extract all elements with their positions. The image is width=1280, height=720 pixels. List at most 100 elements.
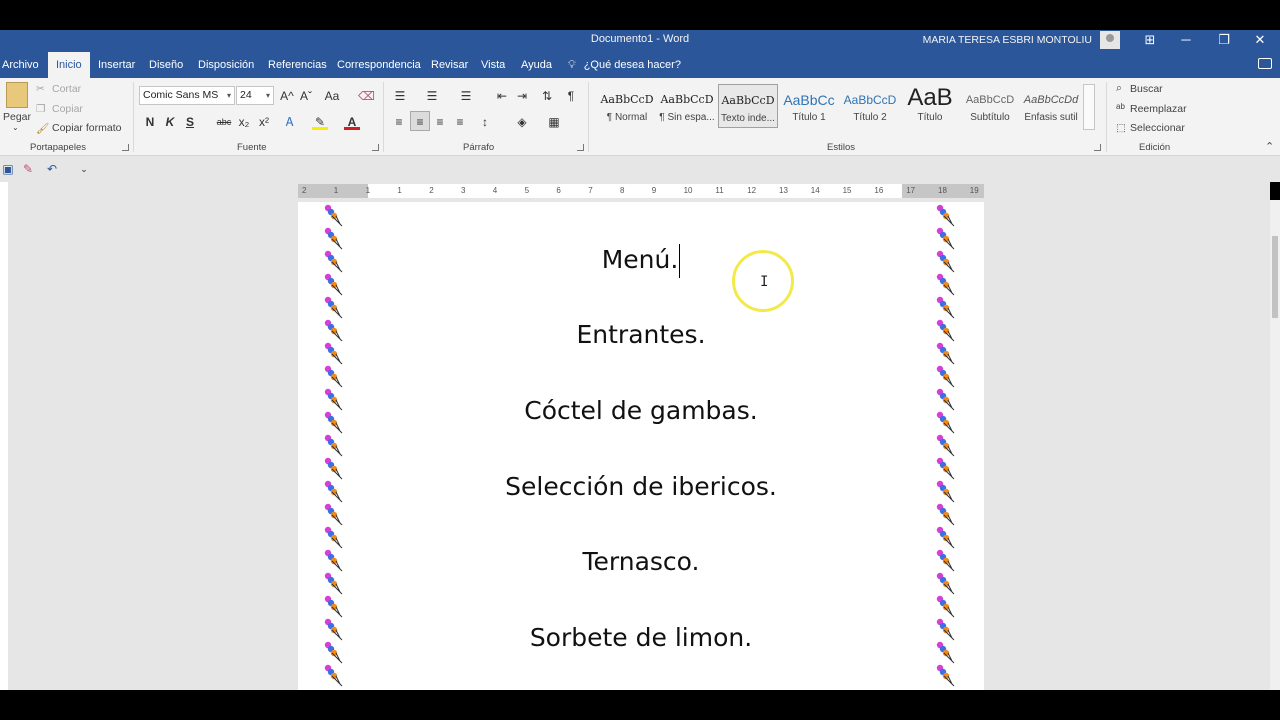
ruler-tick-label: 13 xyxy=(779,186,788,195)
vertical-scrollbar[interactable] xyxy=(1270,200,1280,690)
numbering-icon[interactable]: ☰ xyxy=(424,88,440,104)
user-account[interactable]: MARIA TERESA ESBRI MONTOLIU xyxy=(923,31,1120,49)
paste-button[interactable]: Pegar xyxy=(3,111,31,123)
tab-vista[interactable]: Vista xyxy=(473,52,513,78)
avatar[interactable] xyxy=(1100,31,1120,49)
style-subtitulo[interactable]: AaBbCcD Subtítulo xyxy=(960,84,1020,128)
style-name: Título xyxy=(917,112,943,123)
increase-indent-icon[interactable]: ⇥ xyxy=(514,88,530,104)
font-size-combo[interactable]: 24 ▾ xyxy=(236,86,274,105)
tell-me-search[interactable]: 💡︎ ¿Qué desea hacer? xyxy=(568,52,681,78)
style-titulo-1[interactable]: AaBbCc Título 1 xyxy=(779,84,839,128)
scrollbar-thumb[interactable] xyxy=(1272,236,1278,318)
styles-scroll-buttons[interactable] xyxy=(1083,84,1095,130)
vertical-ruler xyxy=(0,182,8,690)
tab-inicio[interactable]: Inicio xyxy=(48,52,90,78)
style-titulo-2[interactable]: AaBbCcD Título 2 xyxy=(840,84,900,128)
doc-line[interactable]: Cóctel de gambas. xyxy=(298,396,984,425)
format-painter-button[interactable]: Copiar formato xyxy=(52,122,121,134)
customize-qat-icon[interactable]: ⌄ xyxy=(76,161,92,177)
divider xyxy=(588,82,589,152)
horizontal-ruler[interactable]: 2 1 1 1 2 3 4 5 6 7 8 9 10 11 12 13 14 15 16 17 18 19 xyxy=(298,184,984,198)
style-normal[interactable]: AaBbCcD ¶ Normal xyxy=(597,84,657,128)
clipboard-launcher-icon[interactable] xyxy=(122,144,129,151)
doc-line[interactable]: Ternasco. xyxy=(298,547,984,576)
balloon-icon xyxy=(324,296,343,319)
subscript-button[interactable]: x₂ xyxy=(236,114,252,130)
doc-line-title[interactable]: Menú. xyxy=(298,244,984,278)
tab-ayuda[interactable]: Ayuda xyxy=(513,52,560,78)
style-texto-independiente[interactable]: AaBbCcD Texto inde... xyxy=(718,84,778,128)
editing-group-label: Edición xyxy=(1139,142,1171,153)
style-sample: AaB xyxy=(907,84,953,111)
ruler-tick-label: 4 xyxy=(492,186,498,195)
paste-chevron-down-icon[interactable]: ⌄ xyxy=(12,123,19,132)
change-case-icon[interactable]: Aa xyxy=(322,88,342,104)
highlight-icon[interactable]: ✎ xyxy=(312,114,328,130)
minimize-button[interactable]: ─ xyxy=(1168,30,1204,52)
superscript-button[interactable]: x² xyxy=(256,114,272,130)
text-effects-icon[interactable]: Ꭺ xyxy=(282,114,298,130)
save-icon[interactable]: ▣ xyxy=(0,161,16,177)
close-button[interactable]: ✕ xyxy=(1242,30,1278,52)
italic-button[interactable]: K xyxy=(162,114,178,130)
style-name: ¶ Normal xyxy=(606,112,648,123)
collapse-ribbon-icon[interactable]: ⌃ xyxy=(1265,140,1274,153)
styles-launcher-icon[interactable] xyxy=(1094,144,1101,151)
grow-font-icon[interactable]: A^ xyxy=(279,88,295,104)
spelling-icon[interactable]: ✎ xyxy=(20,161,36,177)
find-button[interactable]: Buscar xyxy=(1130,83,1163,95)
paragraph-launcher-icon[interactable] xyxy=(577,144,584,151)
bullets-icon[interactable]: ☰ xyxy=(392,88,408,104)
clear-formatting-icon[interactable]: ⌫ xyxy=(358,88,375,104)
balloon-icon xyxy=(324,434,343,457)
align-left-icon[interactable]: ≡ xyxy=(391,114,407,130)
multilevel-list-icon[interactable]: ☰ xyxy=(458,88,474,104)
sort-icon[interactable]: ⇅ xyxy=(539,88,555,104)
document-page[interactable]: Menú. Entrantes. Cóctel de gambas. Selec… xyxy=(298,202,984,690)
restore-button[interactable]: ❐ xyxy=(1206,30,1242,52)
tab-revisar[interactable]: Revisar xyxy=(423,52,476,78)
line-spacing-icon[interactable]: ↕ xyxy=(477,114,493,130)
style-sin-espaciado[interactable]: AaBbCcD ¶ Sin espa... xyxy=(657,84,717,128)
copy-button[interactable]: Copiar xyxy=(52,103,83,115)
style-titulo[interactable]: AaB Título xyxy=(900,84,960,128)
replace-button[interactable]: Reemplazar xyxy=(1130,103,1187,115)
tab-referencias[interactable]: Referencias xyxy=(260,52,335,78)
doc-line[interactable]: Entrantes. xyxy=(298,320,984,349)
align-center-icon[interactable]: ≡ xyxy=(410,111,430,131)
font-name-combo[interactable]: Comic Sans MS ▾ xyxy=(139,86,235,105)
shading-icon[interactable]: ◈ xyxy=(514,114,530,130)
align-right-icon[interactable]: ≡ xyxy=(432,114,448,130)
doc-line[interactable]: Sorbete de limon. xyxy=(298,623,984,652)
font-color-icon[interactable]: A xyxy=(344,114,360,130)
i-beam-cursor-icon: I xyxy=(760,274,769,290)
find-icon: ⌕ xyxy=(1116,82,1122,94)
tab-insertar[interactable]: Insertar xyxy=(90,52,143,78)
shrink-font-icon[interactable]: Aˇ xyxy=(298,88,314,104)
font-size-value: 24 xyxy=(240,89,252,101)
justify-icon[interactable]: ≡ xyxy=(452,114,468,130)
tab-archivo[interactable]: Archivo xyxy=(0,52,47,78)
font-launcher-icon[interactable] xyxy=(372,144,379,151)
doc-line[interactable]: Selección de ibericos. xyxy=(298,472,984,501)
style-name: Énfasis sutil xyxy=(1024,112,1078,123)
ribbon-display-options-icon[interactable]: ⊞ xyxy=(1132,30,1168,52)
decrease-indent-icon[interactable]: ⇤ xyxy=(494,88,510,104)
undo-icon[interactable]: ↶ xyxy=(44,161,60,177)
paste-icon[interactable] xyxy=(6,82,28,108)
comments-icon[interactable] xyxy=(1258,58,1272,69)
underline-button[interactable]: S xyxy=(182,114,198,130)
tab-correspondencia[interactable]: Correspondencia xyxy=(329,52,429,78)
borders-icon[interactable]: ▦ xyxy=(546,114,562,130)
bold-button[interactable]: N xyxy=(142,114,158,130)
style-name: Título 1 xyxy=(792,112,826,123)
select-button[interactable]: Seleccionar xyxy=(1130,122,1185,134)
tab-disposicion[interactable]: Disposición xyxy=(190,52,262,78)
tab-diseno[interactable]: Diseño xyxy=(141,52,191,78)
cut-button[interactable]: Cortar xyxy=(52,83,81,95)
strikethrough-button[interactable]: abc xyxy=(214,114,234,130)
show-marks-icon[interactable]: ¶ xyxy=(563,88,579,104)
ruler-tick-label: 15 xyxy=(842,186,852,195)
style-enfasis-sutil[interactable]: AaBbCcDd Énfasis sutil xyxy=(1021,84,1081,128)
